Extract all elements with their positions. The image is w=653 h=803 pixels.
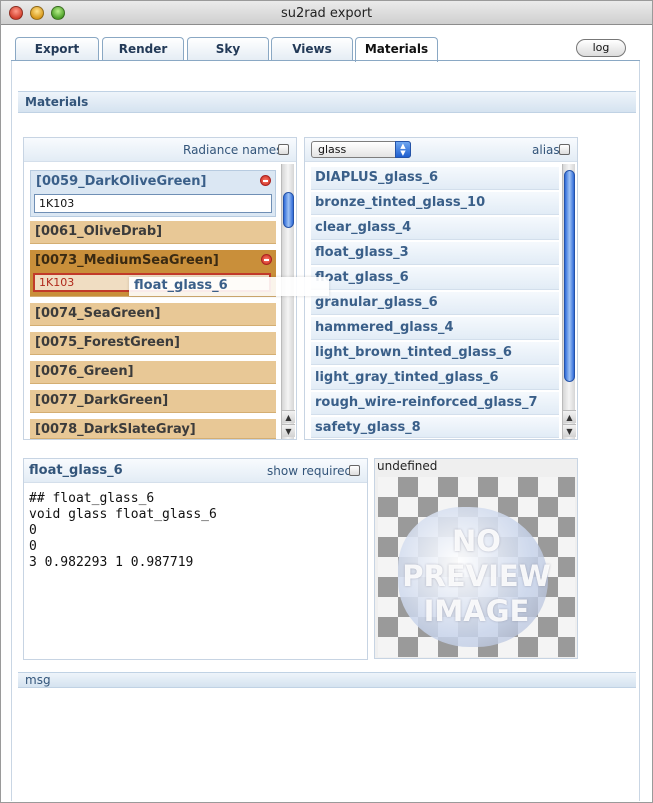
no-preview-line: IMAGE <box>423 594 530 628</box>
alias-drop-target[interactable]: 1K103 <box>34 194 272 213</box>
scroll-down-arrow-icon[interactable]: ▼ <box>282 424 295 437</box>
app-window: su2rad export Export Render Sky Views Ma… <box>0 0 653 803</box>
remove-alias-icon[interactable] <box>260 175 271 186</box>
alias-label: alias <box>532 143 560 157</box>
scroll-thumb[interactable] <box>564 170 575 382</box>
drag-ghost: float_glass_6 <box>129 277 329 296</box>
preview-label: undefined <box>377 459 438 473</box>
library-item[interactable]: light_brown_tinted_glass_6 <box>311 342 559 365</box>
window-title: su2rad export <box>280 6 373 21</box>
show-required-checkbox[interactable] <box>349 465 360 476</box>
detail-header: float_glass_6 show required <box>24 459 367 483</box>
scroll-up-arrow-icon[interactable]: ▲ <box>282 410 295 423</box>
remove-alias-icon[interactable] <box>261 254 272 265</box>
category-select[interactable]: glass ▲ ▼ <box>311 141 411 158</box>
category-select-value: glass <box>318 143 347 156</box>
no-preview-line: PREVIEW <box>402 559 551 593</box>
code-line: 3 0.982293 1 0.987719 <box>29 555 194 570</box>
library-scrollbar[interactable]: ▲ ▼ <box>562 164 576 439</box>
preview-panel: undefined NO PREVIEW IMAGE <box>374 458 578 659</box>
list-item-material[interactable]: [0061_OliveDrab] <box>30 221 276 244</box>
material-name: [0059_DarkOliveGreen] <box>36 174 207 189</box>
alias-checkbox[interactable] <box>559 144 570 155</box>
list-item-material[interactable]: [0059_DarkOliveGreen] 1K103 <box>30 170 276 217</box>
material-name: [0073_MediumSeaGreen] <box>35 253 219 268</box>
scroll-up-arrow-icon[interactable]: ▲ <box>563 410 576 423</box>
library-item[interactable]: safety_glass_8 <box>311 417 559 438</box>
title-bar: su2rad export <box>1 1 652 25</box>
radiance-names-checkbox[interactable] <box>278 144 289 155</box>
radiance-names-label: Radiance names <box>183 143 283 157</box>
no-preview-text: NO PREVIEW IMAGE <box>378 524 575 629</box>
library-item[interactable]: hammered_glass_4 <box>311 317 559 340</box>
tab-render[interactable]: Render <box>102 37 184 61</box>
library-item[interactable]: clear_glass_4 <box>311 217 559 240</box>
tab-export[interactable]: Export <box>15 37 99 61</box>
library-item[interactable]: float_glass_3 <box>311 242 559 265</box>
library-item[interactable]: float_glass_6 <box>311 267 559 290</box>
code-line: 0 <box>29 523 37 538</box>
select-arrows-icon: ▲ ▼ <box>395 141 411 158</box>
no-preview-line: NO <box>452 524 501 558</box>
show-required-label: show required <box>267 464 353 478</box>
material-definition: ## float_glass_6 void glass float_glass_6… <box>29 491 217 571</box>
list-item-material[interactable]: [0074_SeaGreen] <box>30 303 276 326</box>
preview-image: NO PREVIEW IMAGE <box>378 477 575 657</box>
library-item[interactable]: granular_glass_6 <box>311 292 559 315</box>
list-item-material[interactable]: [0077_DarkGreen] <box>30 390 276 413</box>
msg-bar: msg <box>18 672 636 688</box>
list-item-material[interactable]: [0076_Green] <box>30 361 276 384</box>
library-item[interactable]: DIAPLUS_glass_6 <box>311 167 559 190</box>
tab-views[interactable]: Views <box>271 37 353 61</box>
code-line: 0 <box>29 539 37 554</box>
scroll-thumb[interactable] <box>283 192 294 228</box>
list-item-material[interactable]: [0075_ForestGreen] <box>30 332 276 355</box>
tab-sky[interactable]: Sky <box>187 37 269 61</box>
code-line: ## float_glass_6 <box>29 491 155 506</box>
tab-materials[interactable]: Materials <box>355 37 438 62</box>
code-line: void glass float_glass_6 <box>29 507 217 522</box>
library-item[interactable]: bronze_tinted_glass_10 <box>311 192 559 215</box>
material-list-header: Radiance names <box>24 138 296 162</box>
library-header: glass ▲ ▼ alias <box>305 138 577 162</box>
log-button[interactable]: log <box>576 39 626 57</box>
library-item[interactable]: rough_wire-reinforced_glass_7 <box>311 392 559 415</box>
scroll-down-arrow-icon[interactable]: ▼ <box>563 424 576 437</box>
material-list-scrollbar[interactable]: ▲ ▼ <box>281 164 295 439</box>
section-title: Materials <box>18 91 636 113</box>
material-detail-panel: float_glass_6 show required ## float_gla… <box>23 458 368 660</box>
library-item[interactable]: light_gray_tinted_glass_6 <box>311 367 559 390</box>
detail-title: float_glass_6 <box>29 463 123 478</box>
list-item-material[interactable]: [0078_DarkSlateGray] <box>30 419 276 439</box>
library-panel: glass ▲ ▼ alias DIAPLUS_glass_6 bronze_ti… <box>304 137 578 440</box>
